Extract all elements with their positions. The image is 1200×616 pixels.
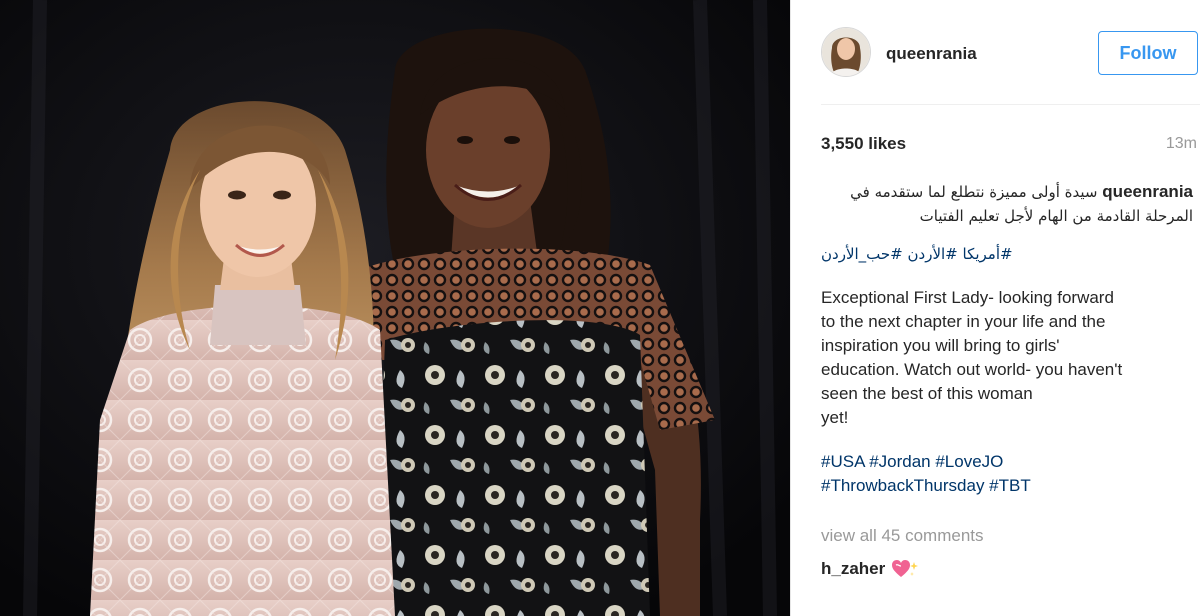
hashtags-line-1[interactable]: #USA #Jordan #LoveJO (821, 450, 1193, 474)
caption-username[interactable]: queenrania (1102, 182, 1193, 201)
post-timestamp[interactable]: 13m (1166, 135, 1197, 153)
caption-arabic: queenrania سيدة أولى مميزة نتطلع لما ستق… (821, 180, 1193, 228)
caption-english-text: Exceptional First Lady- looking forward … (821, 288, 1123, 427)
header-divider (821, 104, 1200, 105)
comment-item: h_zaher (821, 559, 919, 579)
post-header: queenrania Follow (791, 0, 1200, 104)
comment-username[interactable]: h_zaher (821, 559, 885, 579)
avatar[interactable] (821, 27, 871, 77)
caption-hashtags: #USA #Jordan #LoveJO #ThrowbackThursday … (821, 450, 1193, 498)
post-caption: queenrania سيدة أولى مميزة نتطلع لما ستق… (821, 180, 1193, 498)
hashtags-line-2[interactable]: #ThrowbackThursday #TBT (821, 474, 1193, 498)
post-sidebar: queenrania Follow 3,550 likes 13m queenr… (790, 0, 1200, 616)
caption-arabic-hashtags[interactable]: #أمريكا #الأردن #حب_الأردن (821, 242, 1193, 266)
likes-count[interactable]: 3,550 likes (821, 134, 906, 154)
photo-illustration (0, 0, 790, 616)
follow-button[interactable]: Follow (1098, 31, 1198, 75)
avatar-image-icon (822, 28, 870, 76)
view-all-comments-link[interactable]: view all 45 comments (821, 526, 984, 546)
instagram-post: queenrania Follow 3,550 likes 13m queenr… (0, 0, 1200, 616)
post-photo[interactable] (0, 0, 790, 616)
sparkling-heart-icon (891, 559, 919, 579)
post-username[interactable]: queenrania (886, 44, 977, 64)
